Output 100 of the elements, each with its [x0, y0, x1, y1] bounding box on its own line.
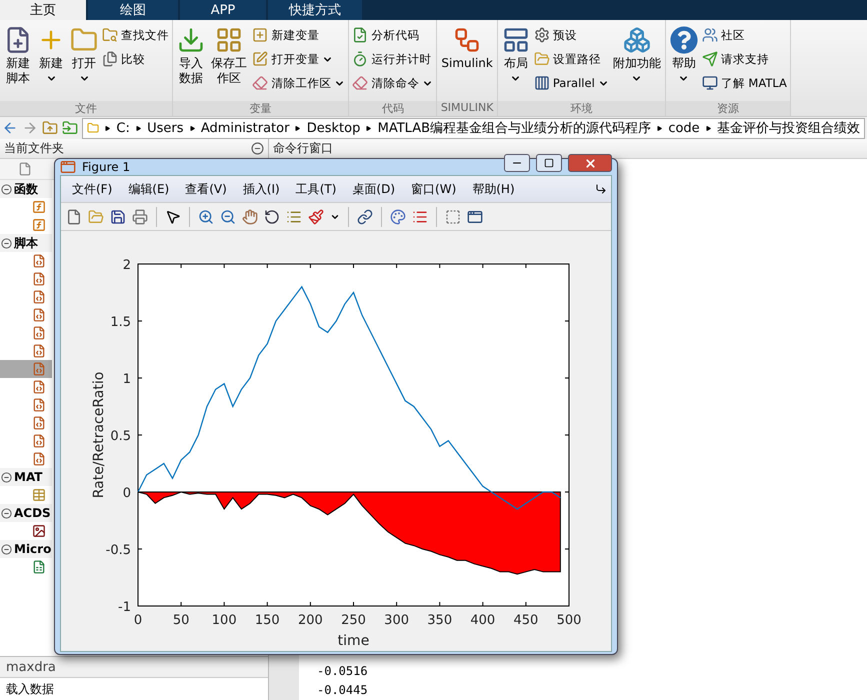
cubes-icon [622, 26, 651, 54]
separator-icon [294, 125, 302, 131]
menu-item[interactable]: 查看(V) [178, 178, 234, 200]
ribbon-button[interactable]: 分析代码 [351, 24, 434, 46]
script-file-icon [32, 434, 46, 448]
ribbon-button[interactable]: 帮助 [668, 24, 700, 101]
panel-title: 当前文件夹 [4, 140, 64, 157]
documents-icon [102, 51, 118, 67]
new-figure-button[interactable] [65, 208, 83, 226]
menu-item[interactable]: 文件(F) [65, 178, 120, 200]
x-tick-label: 200 [298, 613, 323, 628]
separator-icon [134, 125, 142, 131]
ribbon-tab[interactable]: 绘图 [88, 0, 178, 20]
group-label: 环境 [498, 101, 665, 116]
menu-item[interactable]: 窗口(W) [404, 178, 464, 200]
print-button[interactable] [131, 208, 149, 226]
group-header[interactable]: 脚本 [0, 234, 52, 252]
x-tick-label: 400 [470, 613, 496, 628]
ribbon-button[interactable]: Parallel [532, 72, 610, 94]
ribbon-tab[interactable]: APP [180, 0, 266, 20]
menu-item[interactable]: 帮助(H) [465, 178, 522, 200]
y-tick-label: 1 [122, 372, 131, 387]
ribbon-button[interactable]: 附加功能 [610, 24, 663, 101]
group-label: 变量 [173, 101, 348, 116]
close-button[interactable] [568, 154, 612, 172]
ribbon-button[interactable]: 了解 MATLA [700, 72, 788, 94]
zoom-in-button[interactable] [197, 208, 215, 226]
x-tick-label: 250 [341, 613, 366, 628]
ribbon-button[interactable]: 打开变量 [251, 48, 346, 70]
ribbon-button[interactable]: 运行并计时 [351, 48, 434, 70]
script-file-icon [32, 290, 46, 304]
brush-button[interactable] [307, 208, 325, 226]
group-header[interactable]: Micro [0, 540, 52, 558]
ribbon-button[interactable]: 请求支持 [700, 48, 788, 70]
ribbon-button[interactable]: 清除工作区 [251, 72, 346, 94]
ribbon-button[interactable]: 打开 [68, 24, 100, 101]
x-tick-label: 150 [254, 613, 280, 628]
panel-title: 命令行窗口 [273, 140, 333, 157]
block-diagram-icon [453, 26, 482, 54]
ribbon-button[interactable]: 新建变量 [251, 24, 346, 46]
pan-button[interactable] [241, 208, 259, 226]
menu-item[interactable]: 插入(I) [236, 178, 287, 200]
script-file-icon [32, 452, 46, 466]
ribbon-button[interactable]: 社区 [700, 24, 788, 46]
collapse-icon[interactable] [1, 184, 12, 194]
group-header[interactable]: 函数 [0, 180, 52, 198]
menu-item[interactable]: 工具(T) [288, 178, 344, 200]
collapse-icon[interactable] [1, 238, 12, 248]
ribbon-button[interactable]: 布局 [500, 24, 532, 101]
save-button[interactable] [109, 208, 127, 226]
menu-item[interactable]: 编辑(E) [121, 178, 176, 200]
image-file-icon [32, 524, 46, 538]
separator-icon [656, 125, 664, 131]
group-header[interactable]: MAT [0, 468, 52, 486]
send-icon [702, 51, 718, 67]
browse-folder-icon [62, 120, 78, 136]
path-segment[interactable]: C: [116, 120, 130, 136]
collapse-icon[interactable] [1, 544, 12, 554]
y-tick-label: 0.5 [110, 429, 131, 444]
group-header[interactable]: ACDS [0, 504, 52, 522]
ribbon-button[interactable]: 查找文件 [101, 24, 170, 46]
ribbon-button[interactable]: 预设 [532, 24, 610, 46]
path-segment[interactable]: Administrator [200, 120, 290, 136]
link-button[interactable] [356, 208, 374, 226]
separator-icon [188, 125, 196, 131]
ribbon-button[interactable]: 清除命令 [351, 72, 434, 94]
rotate-button[interactable] [263, 208, 281, 226]
eraser-icon [352, 75, 368, 91]
ribbon-button[interactable]: 比较 [101, 48, 170, 70]
ribbon-button[interactable]: 设置路径 [532, 48, 610, 70]
ribbon-tab[interactable]: 主页 [0, 0, 86, 20]
path-segment[interactable]: MATLAB编程基金组合与业绩分析的源代码程序 [378, 119, 652, 137]
y-tick-label: 1.5 [110, 315, 131, 330]
ribbon-button[interactable]: 导入数据 [175, 24, 207, 101]
ribbon-button[interactable]: 新建 [35, 24, 67, 101]
address-bar[interactable]: C: Users Administrator Desktop MATLAB编程基金组合与业绩分析的源代码程序 code 基金评价与投资组合绩效 [82, 118, 865, 138]
path-segment[interactable]: 基金评价与投资组合绩效 [716, 119, 860, 137]
collapse-icon[interactable] [1, 508, 12, 518]
colorbar-button[interactable] [389, 208, 407, 226]
dock-arrow-icon[interactable] [595, 183, 607, 195]
collapse-icon[interactable] [1, 472, 12, 482]
maximize-button[interactable] [536, 154, 562, 172]
path-segment[interactable]: code [668, 120, 700, 136]
separator-icon [704, 125, 712, 131]
output-line: -0.0445 [317, 682, 369, 699]
script-file-icon [32, 308, 46, 322]
path-segment[interactable]: Desktop [306, 120, 360, 136]
menu-item[interactable]: 桌面(D) [345, 178, 402, 200]
y-tick-label: -1 [118, 600, 131, 615]
ribbon-button[interactable]: Simulink [439, 24, 495, 101]
window-title: Figure 1 [82, 160, 132, 174]
zoom-out-button[interactable] [219, 208, 237, 226]
minimize-button[interactable] [504, 154, 530, 172]
ribbon-tab[interactable]: 快捷方式 [268, 0, 362, 20]
ribbon-button[interactable]: 新建脚本 [2, 24, 34, 101]
app-icon [60, 159, 76, 175]
path-segment[interactable]: Users [147, 120, 184, 136]
hide-tools-button[interactable] [444, 208, 462, 226]
script-file-icon [32, 344, 46, 358]
ribbon-button[interactable]: 保存工作区 [208, 24, 250, 101]
